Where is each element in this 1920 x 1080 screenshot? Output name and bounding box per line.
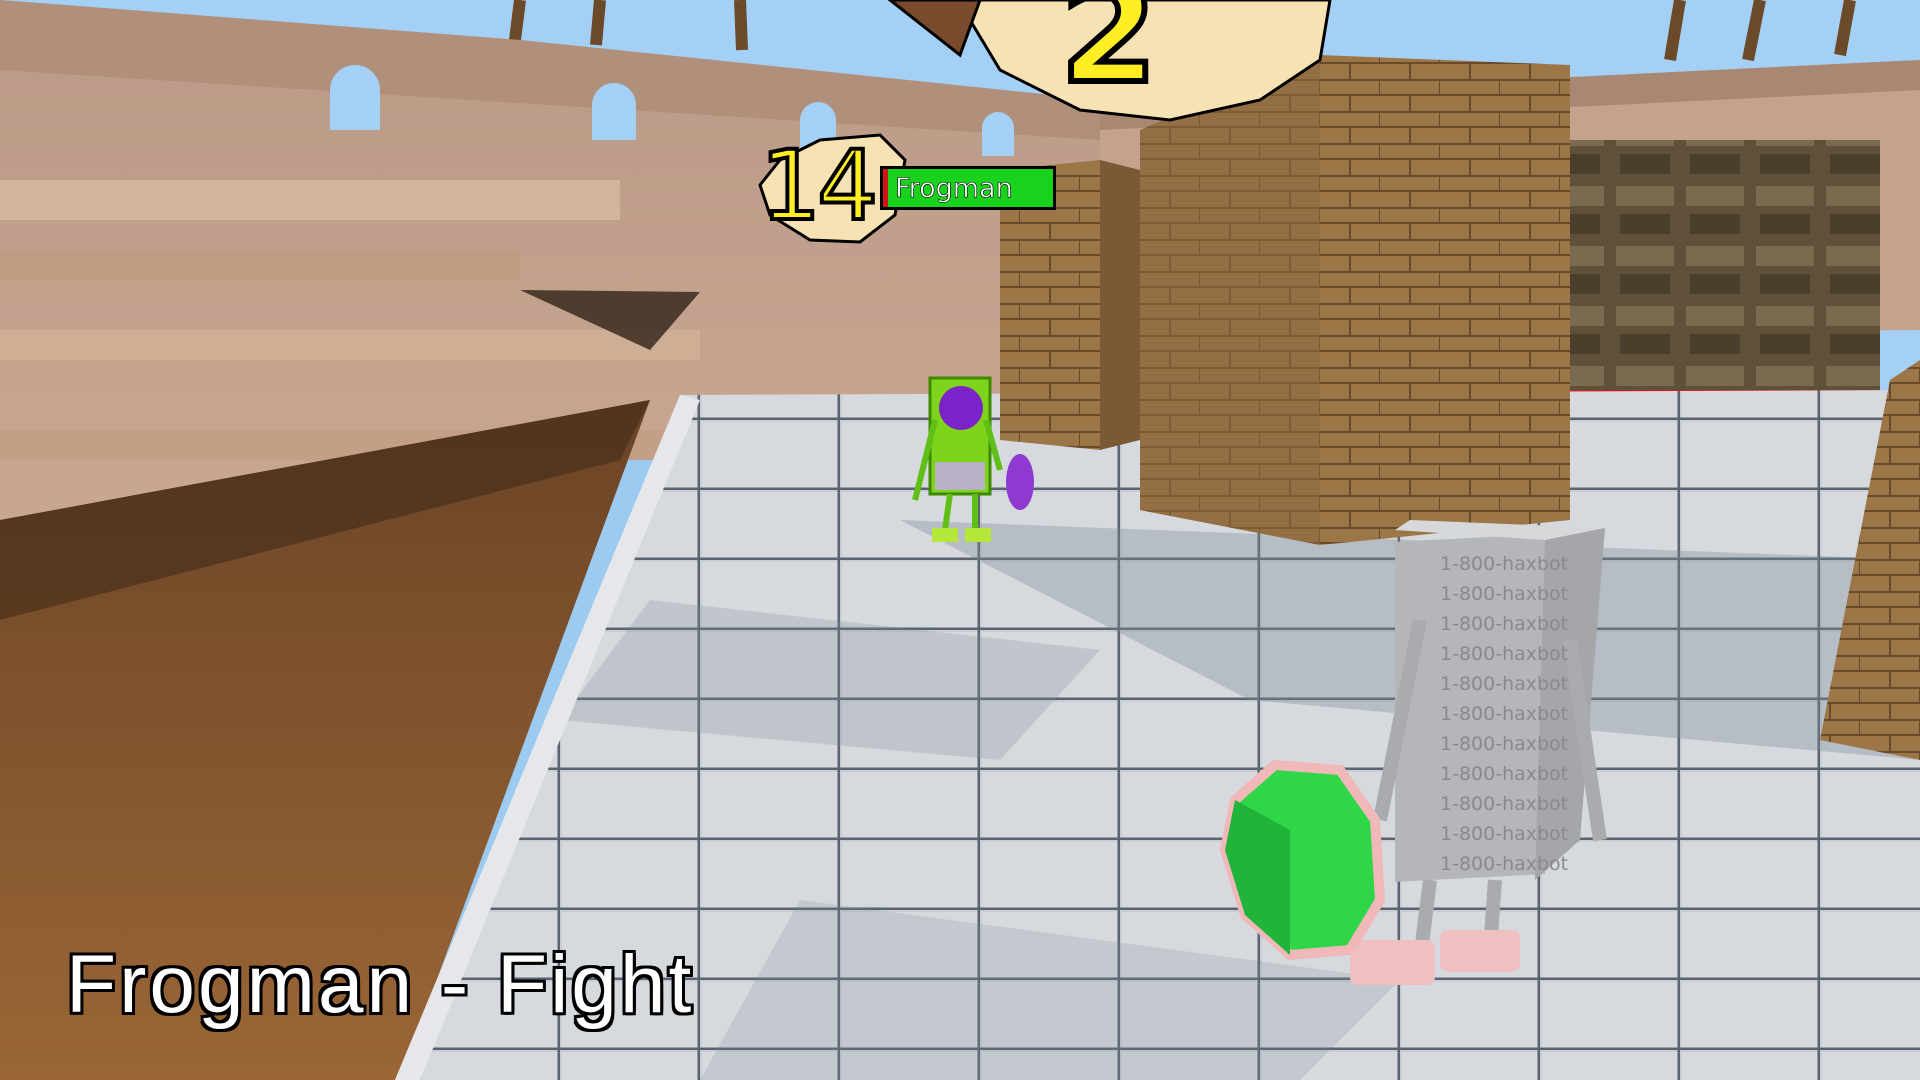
haxbot-body-text: 1-800-haxbot <box>1440 613 1568 635</box>
round-number: 2 <box>1057 0 1160 115</box>
haxbot-body-text: 1-800-haxbot <box>1440 583 1568 605</box>
status-caption: Frogman - Fight <box>66 939 695 1030</box>
haxbot-body-text: 1-800-haxbot <box>1440 553 1568 575</box>
enemy-health-bar: Frogman <box>880 166 1056 210</box>
haxbot-body-text: 1-800-haxbot <box>1440 673 1568 695</box>
haxbot-body-text: 1-800-haxbot <box>1440 853 1568 875</box>
haxbot-body-text: 1-800-haxbot <box>1440 703 1568 725</box>
haxbot-body-text: 1-800-haxbot <box>1440 823 1568 845</box>
enemy-level: 14 <box>758 130 880 242</box>
enemy-name: Frogman <box>895 173 1013 205</box>
game-viewport: 1-800-haxbot 1-800-haxbot 1-800-haxbot 1… <box>0 0 1920 1080</box>
haxbot-body-text: 1-800-haxbot <box>1440 763 1568 785</box>
crate-front <box>1140 55 1570 545</box>
haxbot-body-text: 1-800-haxbot <box>1440 793 1568 815</box>
enemy-health-missing <box>883 169 889 207</box>
haxbot-body-text: 1-800-haxbot <box>1440 733 1568 755</box>
haxbot-body-text: 1-800-haxbot <box>1440 643 1568 665</box>
stone-ruins <box>1540 140 1880 390</box>
